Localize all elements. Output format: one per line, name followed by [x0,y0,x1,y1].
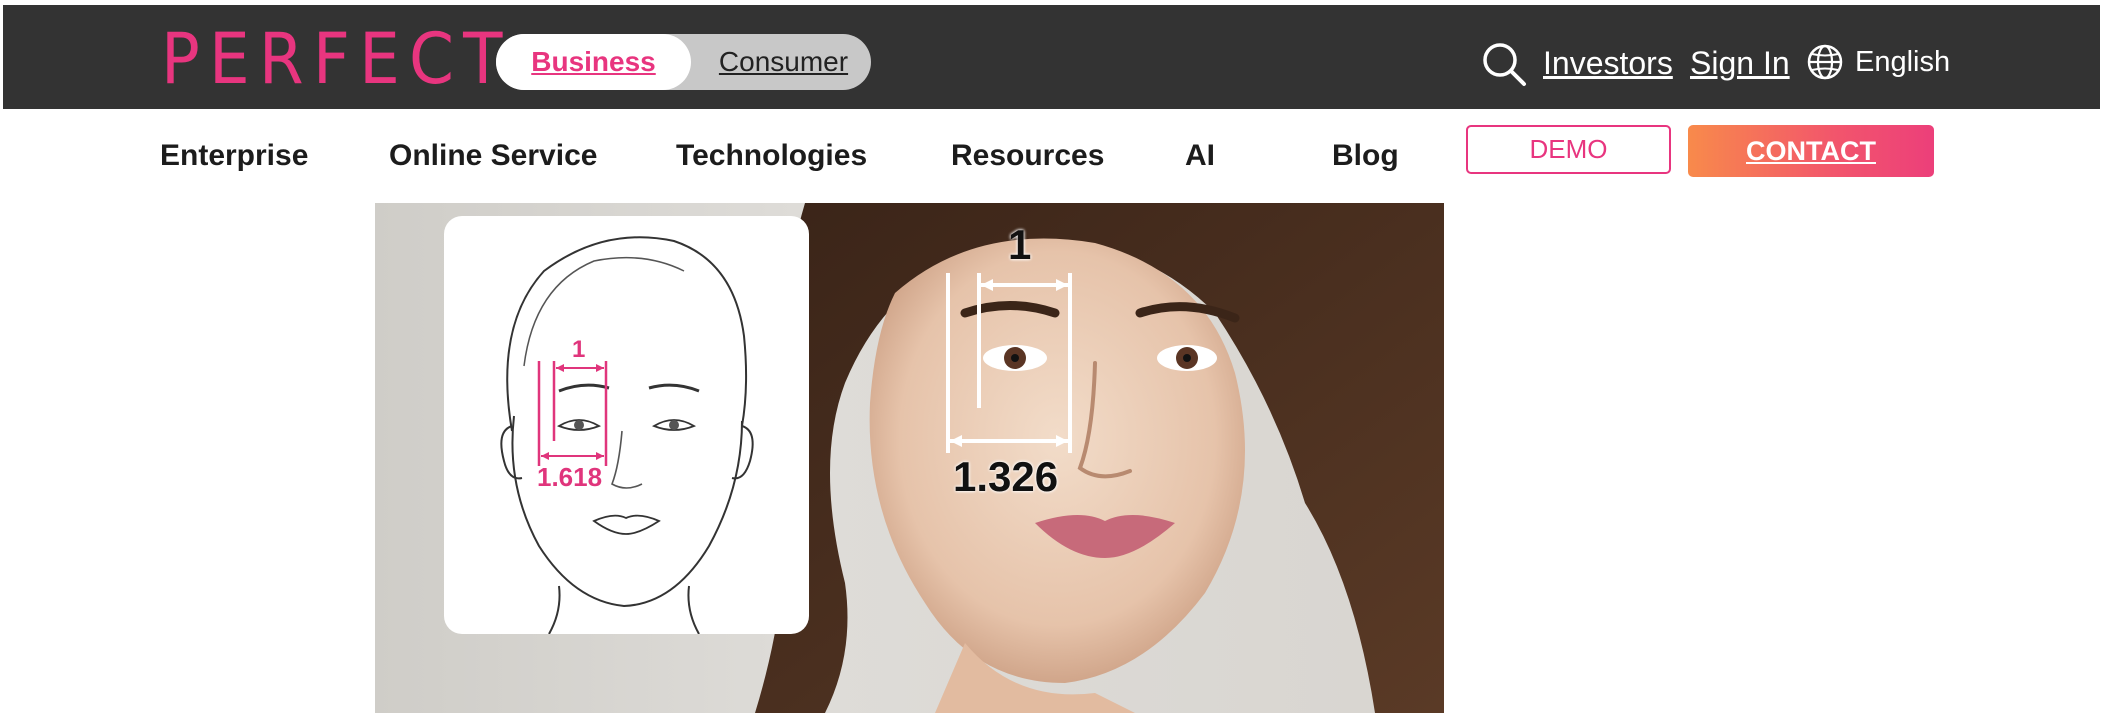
contact-button[interactable]: CONTACT [1688,125,1934,177]
audience-toggle: Business Consumer [496,34,871,90]
face-sketch-card: 1 1.618 [444,216,809,634]
nav-ai[interactable]: AI [1185,136,1215,176]
top-bar: PERFECT Business Consumer Investors Sign… [3,5,2100,109]
sign-in-link[interactable]: Sign In [1690,41,1790,85]
language-selector[interactable]: English [1855,43,1950,81]
globe-icon[interactable] [1806,43,1844,81]
nav-technologies[interactable]: Technologies [676,136,867,176]
face-sketch-illustration [500,236,754,634]
photo-ratio-bottom-label: 1.326 [953,453,1059,500]
consumer-toggle-button[interactable]: Consumer [701,34,866,90]
investors-link[interactable]: Investors [1543,41,1673,85]
hero-image: 1 1.326 1 1.618 [375,203,1444,713]
sketch-ratio-bottom-label: 1.618 [537,462,603,492]
search-icon[interactable] [1481,41,1527,87]
business-toggle-button[interactable]: Business [496,34,691,90]
logo[interactable]: PERFECT [161,23,512,95]
nav-online-service[interactable]: Online Service [389,136,597,176]
nav-enterprise[interactable]: Enterprise [160,136,308,176]
photo-ratio-top-label: 1 [1008,221,1032,268]
nav-resources[interactable]: Resources [951,136,1104,176]
demo-button[interactable]: DEMO [1466,125,1671,174]
nav-blog[interactable]: Blog [1332,136,1399,176]
sketch-ratio-top-label: 1 [572,336,586,363]
